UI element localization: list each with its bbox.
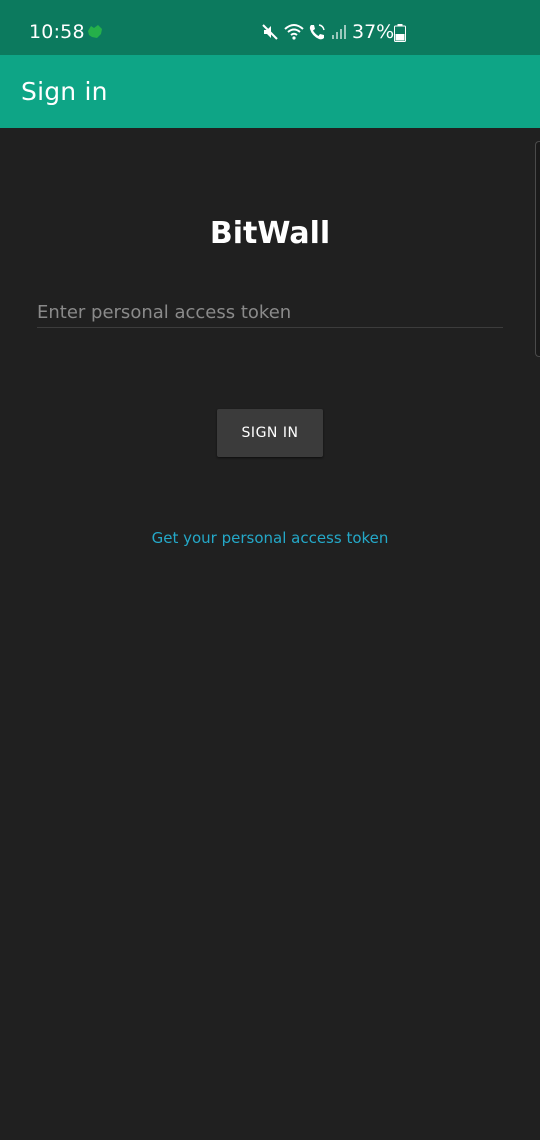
- wifi-icon: [284, 24, 304, 40]
- sign-in-button[interactable]: SIGN IN: [217, 409, 323, 457]
- status-bar: 10:58 37%: [0, 0, 540, 55]
- battery-percentage: 37%: [352, 21, 395, 43]
- brand-title: BitWall: [209, 216, 331, 251]
- page-title: Sign in: [21, 77, 108, 106]
- app-notification-icon: [88, 25, 102, 38]
- status-time: 10:58: [29, 21, 85, 43]
- wifi-calling-icon: [309, 24, 325, 40]
- token-input[interactable]: [37, 297, 503, 327]
- cellular-signal-icon: [332, 25, 346, 39]
- token-field-container: [37, 297, 503, 328]
- mute-icon: [262, 24, 278, 40]
- get-token-link[interactable]: Get your personal access token: [0, 528, 540, 548]
- battery-icon: [394, 24, 406, 42]
